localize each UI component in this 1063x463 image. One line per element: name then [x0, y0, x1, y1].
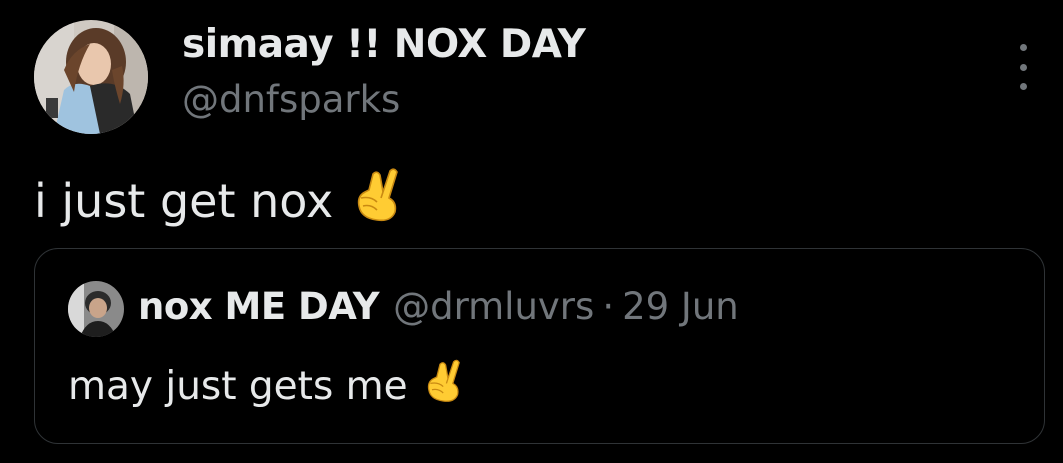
author-avatar-image [34, 20, 148, 134]
quoted-tweet-text: may just gets me [68, 359, 464, 413]
quoted-author-avatar[interactable] [68, 281, 124, 337]
quoted-author-avatar-image [68, 281, 124, 337]
author-display-name[interactable]: simaay !! NOX DAY [182, 22, 586, 67]
quoted-tweet-date[interactable]: 29 Jun [622, 285, 739, 328]
more-vertical-icon-dot [1019, 83, 1027, 90]
tweet: simaay !! NOX DAY @dnfsparks i just get … [0, 0, 1063, 463]
quoted-author-handle[interactable]: @drmluvrs [393, 285, 594, 328]
quoted-author-display-name[interactable]: nox ME DAY [138, 285, 380, 328]
crossed-fingers-icon [353, 168, 403, 233]
tweet-text: i just get nox [34, 168, 403, 233]
quoted-tweet-separator: · [602, 285, 615, 328]
quoted-tweet-header: nox ME DAY @drmluvrs · 29 Jun [138, 285, 739, 328]
author-avatar[interactable] [34, 20, 148, 134]
more-vertical-icon-dot [1019, 63, 1027, 71]
quoted-tweet-text-content: may just gets me [68, 363, 408, 409]
crossed-fingers-icon [424, 359, 464, 413]
author-handle[interactable]: @dnfsparks [182, 78, 400, 121]
quoted-tweet[interactable]: nox ME DAY @drmluvrs · 29 Jun may just g… [34, 248, 1045, 444]
more-options-button[interactable] [1006, 44, 1040, 90]
tweet-text-content: i just get nox [34, 173, 334, 228]
more-vertical-icon [1019, 44, 1027, 51]
